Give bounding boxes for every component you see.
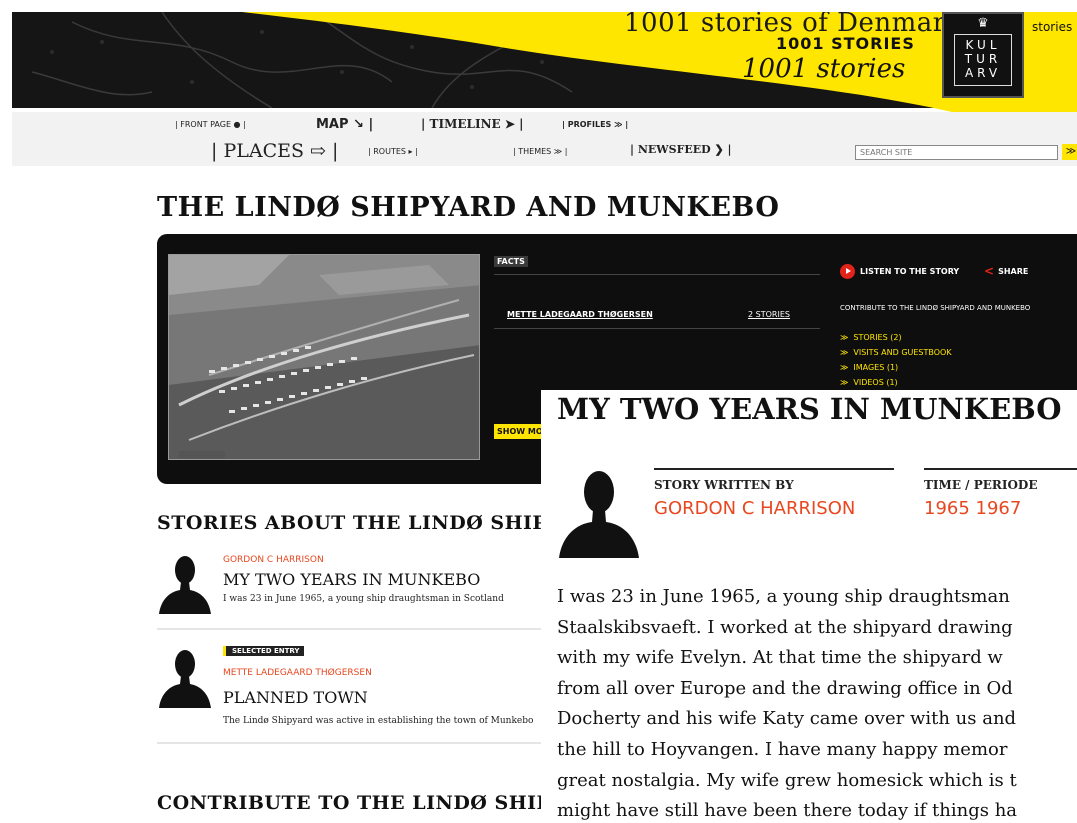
double-chevron-icon: ≫ [840, 348, 849, 357]
main-nav: | FRONT PAGE ● | MAP ↘ | | TIMELINE ➤ | … [12, 112, 1077, 166]
story-body-line: the hill to Hoyvangen. I have many happy… [557, 738, 1008, 760]
search-go-button[interactable]: ≫ [1062, 144, 1077, 160]
contribute-label: CONTRIBUTE TO THE LINDØ SHIPYARD AND MUN… [840, 304, 1031, 312]
story-title[interactable]: PLANNED TOWN [223, 688, 368, 707]
story-body-line: with my wife Evelyn. At that time the sh… [557, 647, 1003, 669]
story-body-line: Staalskibsvaeft. I worked at the shipyar… [557, 616, 1013, 638]
listen-label: LISTEN TO THE STORY [860, 267, 960, 276]
nav-front-page[interactable]: | FRONT PAGE ● | [175, 120, 246, 129]
contribute-link-label: VIDEOS (1) [853, 378, 898, 387]
story-divider [157, 742, 557, 744]
nav-profiles[interactable]: | PROFILES ≫ | [562, 120, 628, 129]
share-button[interactable]: < SHARE [984, 264, 1028, 278]
story-body-line: might have still have been there today i… [557, 800, 1018, 822]
photo-caption-tag [179, 451, 225, 458]
author-silhouette-icon [558, 466, 640, 558]
search-input[interactable] [855, 145, 1058, 160]
nav-themes[interactable]: | THEMES ≫ | [513, 147, 567, 156]
logo-frame [954, 34, 1012, 86]
fact-author-link[interactable]: METTE LADEGAARD THØGERSEN [507, 310, 653, 319]
story-excerpt: I was 23 in June 1965, a young ship drau… [223, 594, 504, 604]
period-label: TIME / PERIODE [924, 478, 1038, 492]
story-body: I was 23 in June 1965, a young ship drau… [557, 582, 1077, 823]
double-chevron-icon: ≫ [840, 363, 849, 372]
story-detail-period: 1965 1967 [924, 498, 1022, 519]
double-chevron-icon: ≫ [840, 378, 849, 387]
contribute-link-label: IMAGES (1) [853, 363, 899, 372]
listen-to-story-button[interactable]: LISTEN TO THE STORY [840, 264, 959, 279]
story-detail-author[interactable]: GORDON C HARRISON [654, 498, 855, 519]
contribute-link-visits[interactable]: ≫ VISITS AND GUESTBOOK [840, 345, 952, 360]
period-rule [924, 468, 1077, 470]
kulturarv-logo[interactable]: ♛ KUL TUR ARV [942, 12, 1024, 98]
author-silhouette-icon [157, 552, 213, 614]
contribute-link-label: STORIES (2) [853, 333, 902, 342]
story-list-item[interactable]: GORDON C HARRISON MY TWO YEARS IN MUNKEB… [157, 552, 557, 638]
story-body-line: from all over Europe and the drawing off… [557, 677, 1013, 699]
story-list-item[interactable]: SELECTED ENTRY METTE LADEGAARD THØGERSEN… [157, 646, 557, 744]
brand-stories-script: 1001 stories [742, 54, 906, 84]
nav-places[interactable]: | PLACES ⇨ | [211, 140, 338, 162]
contribute-link-label: VISITS AND GUESTBOOK [853, 348, 952, 357]
share-icon: < [984, 264, 995, 278]
page-title: THE LINDØ SHIPYARD AND MUNKEBO [157, 192, 780, 223]
share-label: SHARE [998, 266, 1029, 276]
story-author[interactable]: GORDON C HARRISON [223, 555, 324, 565]
crown-icon: ♛ [977, 16, 989, 31]
contribute-links: ≫ STORIES (2) ≫ VISITS AND GUESTBOOK ≫ IMAG… [840, 330, 952, 390]
selected-entry-badge: SELECTED ENTRY [223, 646, 304, 656]
facts-divider [494, 274, 820, 275]
story-body-line: Docherty and his wife Katy came over wit… [557, 708, 1017, 730]
nav-newsfeed[interactable]: | NEWSFEED ❯ | [630, 143, 732, 156]
contribute-link-images[interactable]: ≫ IMAGES (1) [840, 360, 952, 375]
aerial-photo[interactable] [168, 254, 480, 460]
aerial-photo-image [169, 255, 479, 459]
story-detail-card: MY TWO YEARS IN MUNKEBO STORY WRITTEN BY… [541, 390, 1077, 823]
nav-timeline[interactable]: | TIMELINE ➤ | [421, 117, 523, 131]
story-author[interactable]: METTE LADEGAARD THØGERSEN [223, 668, 372, 678]
brand-stories-bold: 1001 STORIES [776, 34, 915, 53]
facts-divider-bottom [494, 328, 820, 329]
written-by-rule [654, 468, 894, 470]
play-icon [840, 264, 855, 279]
story-detail-title: MY TWO YEARS IN MUNKEBO [557, 392, 1062, 426]
facts-label: FACTS [494, 256, 528, 267]
author-silhouette-icon [157, 646, 213, 708]
story-body-line: I was 23 in June 1965, a young ship drau… [557, 586, 1010, 607]
story-body-line: great nostalgia. My wife grew homesick w… [557, 769, 1017, 791]
fact-stories-count-link[interactable]: 2 STORIES [748, 310, 790, 319]
nav-map[interactable]: MAP ↘ | [316, 117, 373, 132]
story-excerpt: The Lindø Shipyard was active in establi… [223, 716, 534, 726]
story-title[interactable]: MY TWO YEARS IN MUNKEBO [223, 570, 480, 589]
story-divider [157, 628, 557, 630]
contribute-link-stories[interactable]: ≫ STORIES (2) [840, 330, 952, 345]
contribute-link-videos[interactable]: ≫ VIDEOS (1) [840, 375, 952, 390]
nav-routes[interactable]: | ROUTES ▸ | [368, 147, 418, 156]
double-chevron-icon: ≫ [840, 333, 849, 342]
site-header: 1001 stories of Denmark 1001 STORIES 100… [12, 12, 1077, 112]
header-stories-link[interactable]: stories [1032, 20, 1072, 34]
written-by-label: STORY WRITTEN BY [654, 478, 794, 492]
